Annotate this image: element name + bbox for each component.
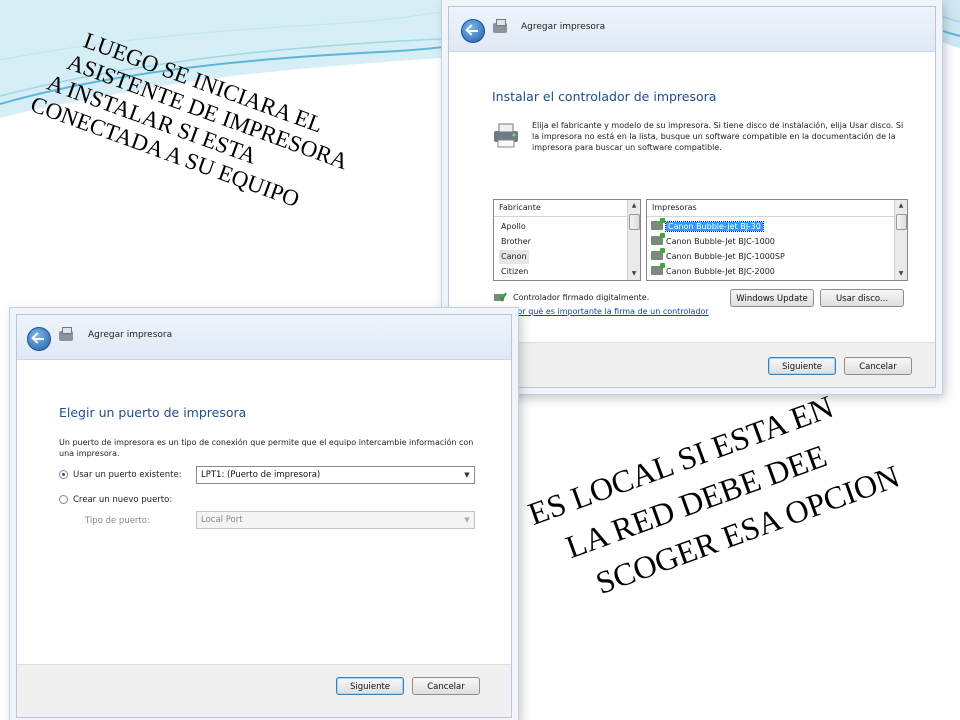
back-arrow-icon[interactable] xyxy=(27,327,51,351)
printer-item-label: Canon Bubble-Jet BJC-1000 xyxy=(666,237,775,246)
create-new-port-radio[interactable] xyxy=(59,495,68,504)
driver-dialog-footer: Siguiente Cancelar xyxy=(449,342,935,387)
port-dialog-footer: Siguiente Cancelar xyxy=(17,664,511,717)
slide-note-bottom: ES LOCAL SI ESTA EN LA RED DEBE DEE SCOG… xyxy=(523,356,960,631)
use-existing-port-label[interactable]: Usar un puerto existente: xyxy=(73,470,182,480)
driver-dialog: Agregar impresora Instalar el controlado… xyxy=(448,6,936,388)
scroll-down-icon[interactable]: ▼ xyxy=(628,268,640,280)
printer-item-label: Canon Bubble-Jet BJ-30 xyxy=(665,221,764,232)
printer-list-header: Impresoras xyxy=(647,200,895,217)
printer-list[interactable]: Impresoras Canon Bubble-Jet BJ-30 Canon … xyxy=(646,199,908,281)
create-new-port-label[interactable]: Crear un nuevo puerto: xyxy=(73,495,172,505)
description-text: Un puerto de impresora es un tipo de con… xyxy=(59,438,474,458)
printer-item[interactable]: Canon Bubble-Jet BJC-1000SP xyxy=(651,248,785,263)
existing-port-value: LPT1: (Puerto de impresora) xyxy=(201,470,321,480)
page-heading: Instalar el controlador de impresora xyxy=(492,89,717,104)
manufacturer-list-header: Fabricante xyxy=(494,200,628,217)
port-type-label: Tipo de puerto: xyxy=(85,516,150,526)
manufacturer-item[interactable]: Citizen xyxy=(499,265,530,279)
window-title: Agregar impresora xyxy=(88,330,173,340)
have-disk-button[interactable]: Usar disco... xyxy=(820,289,904,307)
port-dialog: Agregar impresora Elegir un puerto de im… xyxy=(16,314,512,718)
printer-item[interactable]: Canon Bubble-Jet BJC-2000 xyxy=(651,263,775,278)
printer-scrollbar[interactable]: ▲ ▼ xyxy=(894,200,907,280)
use-existing-port-radio[interactable] xyxy=(59,470,68,479)
page-heading: Elegir un puerto de impresora xyxy=(59,405,247,420)
port-dialog-titlebar: Agregar impresora xyxy=(17,315,511,360)
scroll-down-icon[interactable]: ▼ xyxy=(895,268,907,280)
cancel-button[interactable]: Cancelar xyxy=(412,677,480,695)
scroll-thumb[interactable] xyxy=(896,214,907,230)
cancel-button[interactable]: Cancelar xyxy=(844,357,912,375)
manufacturer-scrollbar[interactable]: ▲ ▼ xyxy=(627,200,640,280)
printer-icon xyxy=(59,327,73,341)
manufacturer-list[interactable]: Fabricante Apollo Brother Canon Citizen … xyxy=(493,199,641,281)
manufacturer-item[interactable]: Brother xyxy=(499,235,533,249)
printer-model-icon xyxy=(651,263,665,275)
description-text: Elija el fabricante y modelo de su impre… xyxy=(532,121,904,152)
window-title: Agregar impresora xyxy=(521,22,606,32)
printer-item-selected[interactable]: Canon Bubble-Jet BJ-30 xyxy=(651,218,764,233)
signed-driver-text: Controlador firmado digitalmente. xyxy=(513,293,650,302)
printer-item-label: Canon Bubble-Jet BJC-1000SP xyxy=(666,252,785,261)
back-arrow-icon[interactable] xyxy=(461,19,485,43)
printer-item[interactable]: Canon Bubble-Jet BJC-1000 xyxy=(651,233,775,248)
port-type-value: Local Port xyxy=(201,515,243,525)
chevron-down-icon: ▼ xyxy=(464,516,470,524)
printer-model-icon xyxy=(651,233,665,245)
scroll-up-icon[interactable]: ▲ xyxy=(628,200,640,212)
driver-dialog-titlebar: Agregar impresora xyxy=(449,7,935,52)
scroll-thumb[interactable] xyxy=(629,214,640,230)
printer-icon xyxy=(493,19,507,33)
manufacturer-item-selected[interactable]: Canon xyxy=(499,250,529,264)
next-button[interactable]: Siguiente xyxy=(336,677,404,695)
printer-item-label: Canon Bubble-Jet BJC-2000 xyxy=(666,267,775,276)
chevron-down-icon: ▼ xyxy=(464,471,470,479)
existing-port-select[interactable]: LPT1: (Puerto de impresora) ▼ xyxy=(196,466,475,484)
windows-update-button[interactable]: Windows Update xyxy=(730,289,814,307)
scroll-up-icon[interactable]: ▲ xyxy=(895,200,907,212)
printer-large-icon xyxy=(494,123,518,148)
signed-driver-icon xyxy=(494,292,507,302)
printer-model-icon xyxy=(651,248,665,260)
next-button[interactable]: Siguiente xyxy=(768,357,836,375)
port-type-select: Local Port ▼ xyxy=(196,511,475,529)
manufacturer-item[interactable]: Apollo xyxy=(499,220,528,234)
printer-model-icon xyxy=(651,218,665,230)
driver-signing-link[interactable]: Por qué es importante la firma de un con… xyxy=(513,307,709,316)
